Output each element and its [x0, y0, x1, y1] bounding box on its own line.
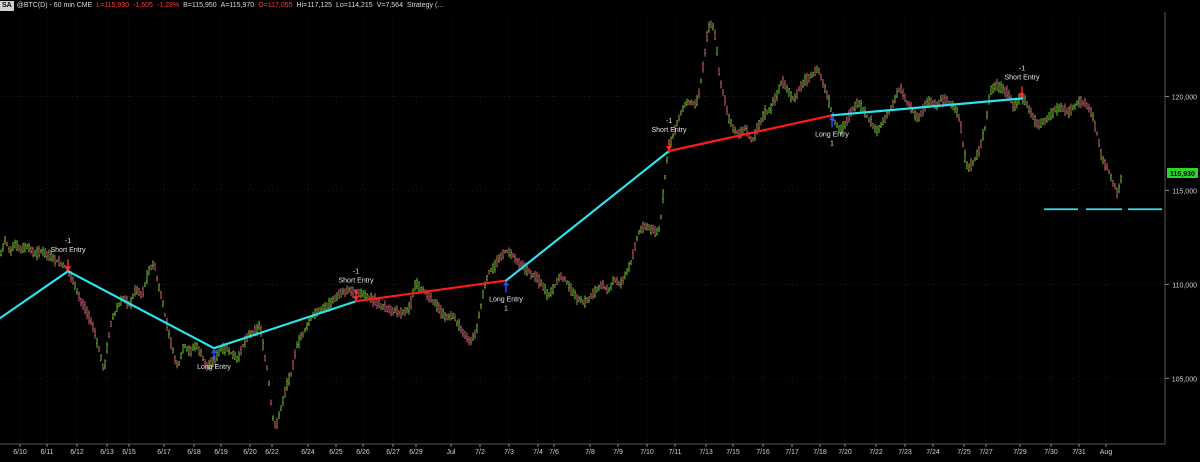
- x-axis-tick-label: 6/18: [187, 449, 201, 456]
- y-axis-tick-label: 120,000: [1172, 95, 1197, 102]
- short-entry-qty: -1: [666, 118, 672, 125]
- x-axis-tick-label: 7/23: [898, 449, 912, 456]
- price-change-pct: -1.28%: [156, 2, 180, 9]
- x-axis-tick-label: 6/15: [122, 449, 136, 456]
- short-entry-label: Short Entry: [651, 127, 687, 134]
- ask-price: A=115,970: [220, 2, 255, 9]
- trade-line-long: [212, 300, 358, 350]
- x-axis-tick-label: 7/30: [1044, 449, 1058, 456]
- y-axis-tick-label: 110,000: [1172, 282, 1197, 289]
- x-axis-tick-label: 6/25: [329, 449, 343, 456]
- chart-badge[interactable]: SA: [0, 1, 14, 11]
- x-axis-tick-label: 6/19: [214, 449, 228, 456]
- short-entry-qty: -1: [65, 238, 71, 245]
- symbol-label: @BTC(D) - 60 min CME: [16, 2, 93, 9]
- x-axis-tick-label: 6/12: [70, 449, 84, 456]
- x-axis-tick-label: 7/3: [504, 449, 514, 456]
- last-price-marker-label: 115,930: [1170, 171, 1195, 178]
- short-entry-label: Short Entry: [338, 277, 374, 284]
- x-axis-tick-label: Jul: [447, 449, 456, 456]
- x-axis-tick-label: 6/27: [386, 449, 400, 456]
- x-axis-tick-label: 7/18: [813, 449, 827, 456]
- chart-canvas[interactable]: 105,000 110,000 115,000 120,000 6/10 6/11 6/12…: [0, 0, 1200, 457]
- short-entry-qty: -1: [1019, 65, 1025, 72]
- x-axis-tick-label: 7/25: [957, 449, 971, 456]
- x-axis-tick-label: 7/2: [475, 449, 485, 456]
- low-price: Lo=114,215: [336, 2, 373, 9]
- x-axis-tick-label: 7/22: [869, 449, 883, 456]
- x-axis-tick-label: 7/17: [785, 449, 799, 456]
- x-axis-tick-label: Aug: [1100, 449, 1113, 456]
- open-price: O=117,055: [258, 2, 293, 9]
- trade-line-long: [66, 270, 216, 350]
- x-axis-tick-label: 7/9: [613, 449, 623, 456]
- price-chart[interactable]: 105,000 110,000 115,000 120,000 6/10 6/11 6/12…: [0, 0, 1200, 457]
- x-axis-tick-label: 6/24: [301, 449, 315, 456]
- last-price: L=115,930: [96, 2, 130, 9]
- x-axis-tick-label: 6/13: [100, 449, 114, 456]
- x-axis-tick-label: 7/10: [640, 449, 654, 456]
- short-entry-arrowhead: [65, 266, 71, 272]
- y-axis-tick-label: 105,000: [1172, 376, 1197, 383]
- long-entry-qty: 1: [504, 306, 508, 313]
- y-axis-tick-label: 115,000: [1172, 188, 1197, 195]
- x-axis-tick-label: 6/20: [243, 449, 257, 456]
- x-axis-tick-label: 7/16: [756, 449, 770, 456]
- x-axis-tick-label: 6/17: [157, 449, 171, 456]
- x-axis-tick-label: 7/11: [668, 449, 681, 456]
- long-entry-arrowhead: [211, 348, 217, 354]
- high-price: Hi=117,125: [296, 2, 333, 9]
- long-entry-label: Long Entry: [815, 131, 849, 138]
- long-entry-label: Long Entry: [489, 297, 523, 304]
- chart-header: SA @BTC(D) - 60 min CME L=115,930 -1,505…: [0, 0, 447, 12]
- x-axis-tick-label: 6/22: [265, 449, 279, 456]
- x-axis-tick-label: 7/4: [533, 449, 543, 456]
- x-axis-tick-label: 7/8: [585, 449, 595, 456]
- long-entry-qty: 1: [830, 140, 834, 147]
- x-axis-tick-label: 7/24: [926, 449, 940, 456]
- x-axis-tick-label: 6/10: [13, 449, 27, 456]
- x-axis-tick-label: 6/11: [40, 449, 53, 456]
- trade-line-long: [0, 270, 70, 320]
- volume-value: V=7,564: [376, 2, 403, 9]
- bid-price: B=115,950: [183, 2, 217, 9]
- x-axis-tick-label: 6/29: [409, 449, 423, 456]
- x-axis-tick-label: 7/15: [726, 449, 740, 456]
- trade-line-long: [504, 149, 671, 282]
- long-entry-label: Long Entry: [197, 364, 231, 371]
- short-entry-qty: -1: [353, 268, 359, 275]
- x-axis-tick-label: 7/31: [1072, 449, 1086, 456]
- x-axis-tick-label: 7/6: [549, 449, 559, 456]
- trade-line-short: [667, 114, 834, 153]
- price-change: -1,505: [133, 2, 153, 9]
- x-axis-tick-label: 6/26: [356, 449, 370, 456]
- x-axis-tick-label: 7/13: [699, 449, 713, 456]
- short-entry-label: Short Entry: [50, 247, 86, 254]
- x-axis-tick-label: 7/29: [1013, 449, 1027, 456]
- short-entry-label: Short Entry: [1004, 74, 1040, 81]
- x-axis-tick-label: 7/27: [979, 449, 993, 456]
- strategy-label[interactable]: Strategy (...: [407, 0, 443, 12]
- x-axis-tick-label: 7/20: [838, 449, 852, 456]
